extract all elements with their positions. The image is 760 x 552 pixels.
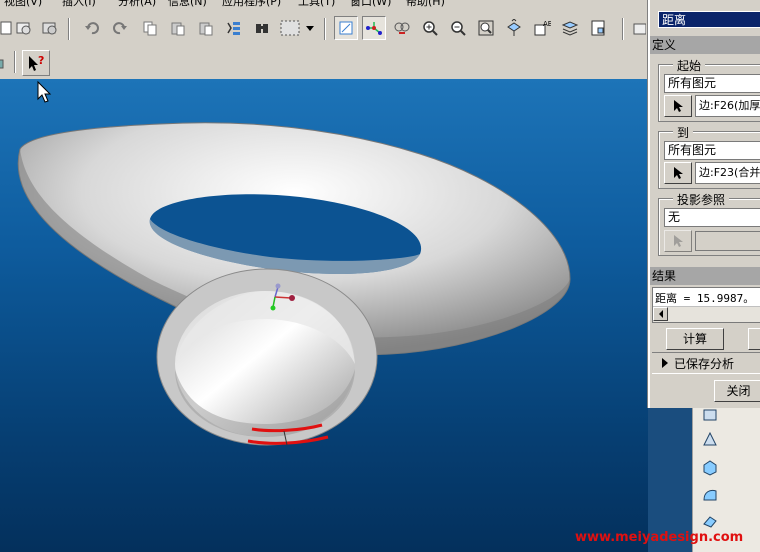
sketch-icon[interactable]	[701, 430, 719, 448]
scroll-left-icon[interactable]	[653, 307, 668, 321]
select-dropdown-icon[interactable]	[304, 16, 316, 40]
main-toolbar: AB	[0, 8, 648, 47]
menu-tools[interactable]: 工具(T)	[298, 0, 335, 8]
toolbar-separator	[68, 18, 70, 40]
menu-bar: 视图(V) 插入(I) 分析(A) 信息(N) 应用程序(P) 工具(T) 窗口…	[0, 0, 648, 8]
result-box: 距离 = 15.9987。	[652, 287, 760, 323]
to-select-button[interactable]	[664, 162, 692, 184]
toolbar-separator	[14, 51, 16, 73]
select-box-icon[interactable]	[276, 16, 304, 40]
saved-views-icon[interactable]: AB	[530, 16, 554, 40]
sweep-icon[interactable]	[701, 512, 719, 530]
orient-icon[interactable]	[390, 16, 414, 40]
projection-filter-select[interactable]: 无	[664, 208, 760, 227]
close-button[interactable]: 关闭	[714, 380, 760, 402]
saved-analysis-expander[interactable]: 已保存分析	[652, 352, 760, 374]
datum-plane-icon[interactable]	[701, 408, 719, 426]
zoom-out-icon[interactable]	[446, 16, 470, 40]
graphics-viewport[interactable]	[0, 79, 648, 552]
grip-handle-icon[interactable]	[0, 52, 8, 72]
toolbar-overflow-icon[interactable]	[630, 16, 648, 40]
redo-icon[interactable]	[108, 16, 132, 40]
results-header: 结果	[650, 267, 760, 285]
paste-icon[interactable]	[166, 16, 190, 40]
menu-analysis[interactable]: 分析(A)	[118, 0, 156, 8]
revolve-icon[interactable]	[701, 486, 719, 504]
to-filter-select[interactable]: 所有图元	[664, 141, 760, 160]
from-group-title: 起始	[673, 57, 706, 74]
measure-dialog: 距离 定义 起始 所有图元 边:F26(加厚 到 所有图元 边:F23(合并 投…	[648, 0, 760, 408]
layers-icon[interactable]	[558, 16, 582, 40]
reorient-icon[interactable]	[502, 16, 526, 40]
result-text: 距离 = 15.9987。	[655, 292, 755, 305]
saved-analysis-label: 已保存分析	[674, 357, 735, 371]
projection-group-title: 投影参照	[673, 191, 730, 208]
svg-text:AB: AB	[543, 20, 551, 28]
result-horizontal-scrollbar[interactable]	[653, 306, 760, 322]
from-reference-field[interactable]: 边:F26(加厚	[695, 95, 760, 117]
paste-special-icon[interactable]	[194, 16, 218, 40]
copy-icon[interactable]	[138, 16, 162, 40]
info-button-partial[interactable]	[748, 328, 760, 350]
mouse-cursor-icon	[37, 80, 52, 103]
toolbar-separator	[622, 18, 624, 40]
expand-arrow-icon	[662, 358, 668, 368]
spin-center-icon[interactable]	[362, 16, 386, 40]
to-group-title: 到	[673, 124, 694, 141]
projection-reference-field[interactable]	[695, 231, 760, 251]
select-arrow-icon	[674, 167, 683, 179]
toolbar-separator	[324, 18, 326, 40]
repaint-icon[interactable]	[334, 16, 358, 40]
menu-applications[interactable]: 应用程序(P)	[222, 0, 281, 8]
model-tree-icon[interactable]	[586, 16, 610, 40]
to-reference-field[interactable]: 边:F23(合并	[695, 162, 760, 184]
undo-icon[interactable]	[80, 16, 104, 40]
projection-select-button[interactable]	[664, 230, 692, 252]
find-icon[interactable]	[250, 16, 274, 40]
svg-text:?: ?	[38, 54, 44, 67]
select-arrow-icon	[674, 100, 683, 112]
open-file-icon[interactable]	[12, 16, 36, 40]
zoom-in-icon[interactable]	[418, 16, 442, 40]
select-arrow-icon	[674, 235, 683, 247]
menu-help[interactable]: 帮助(H)	[406, 0, 445, 8]
menu-window[interactable]: 窗口(W)	[350, 0, 391, 8]
regenerate-icon[interactable]	[222, 16, 246, 40]
boss-cylinder[interactable]	[156, 268, 378, 446]
refit-icon[interactable]	[474, 16, 498, 40]
from-select-button[interactable]	[664, 95, 692, 117]
from-filter-select[interactable]: 所有图元	[664, 74, 760, 93]
compute-button[interactable]: 计算	[666, 328, 724, 350]
menu-info[interactable]: 信息(N)	[168, 0, 207, 8]
definition-header: 定义	[650, 36, 760, 54]
whats-this-help-icon[interactable]: ?	[22, 50, 50, 76]
measure-type-select[interactable]: 距离	[658, 11, 760, 28]
menu-insert[interactable]: 插入(I)	[62, 0, 96, 8]
watermark-text: www.meiyadesign.com	[575, 530, 744, 545]
menu-view[interactable]: 视图(V)	[4, 0, 42, 8]
extrude-icon[interactable]	[701, 458, 719, 476]
secondary-toolbar: ?	[0, 46, 648, 80]
save-icon[interactable]	[38, 16, 62, 40]
